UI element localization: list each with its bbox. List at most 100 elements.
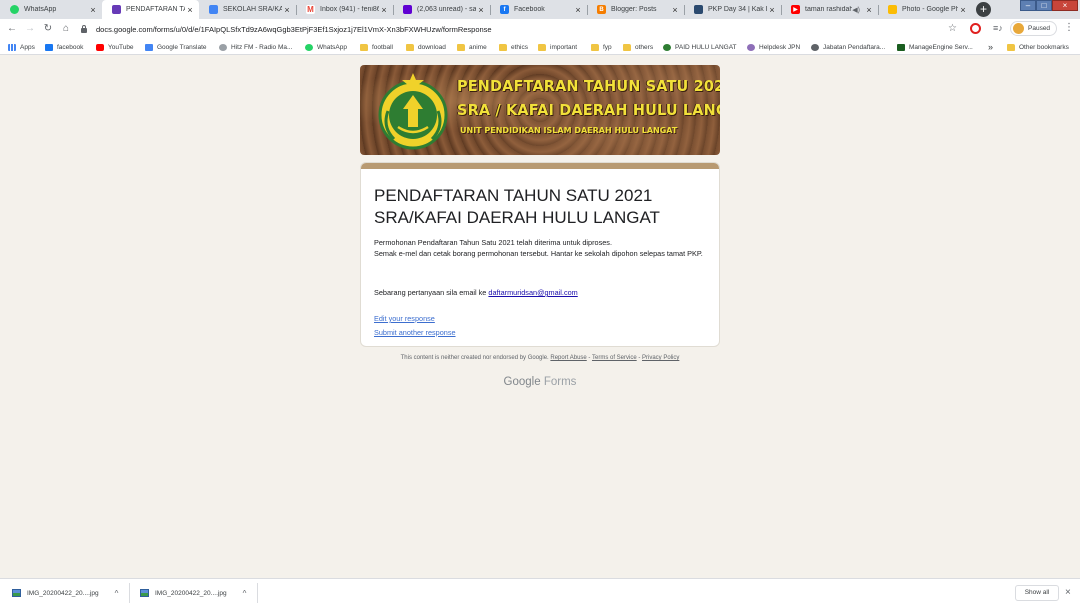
bookmark-label: ManageEngine Serv... [909,43,973,51]
folder-icon [591,43,599,51]
close-icon[interactable]: × [282,5,292,15]
minimize-button[interactable]: – [1020,0,1036,11]
bookmark-helpdesk-jpn[interactable]: Helpdesk JPN [747,41,800,53]
chevron-up-icon[interactable]: ^ [243,589,247,598]
profile-button[interactable]: Paused [1010,21,1057,36]
bookmark-folder-others[interactable]: others [623,41,653,53]
kebab-menu-icon[interactable]: ⋮ [1064,22,1074,33]
google-photos-icon [888,5,897,14]
bookmark-folder-download[interactable]: download [406,41,446,53]
close-icon[interactable]: × [670,5,680,15]
bookmark-facebook[interactable]: facebook [45,41,83,53]
tab-facebook[interactable]: f Facebook × [490,0,587,19]
bookmark-label: football [372,43,393,51]
contact-line: Sebarang pertanyaan sila email ke daftar… [374,288,578,297]
close-icon[interactable]: × [958,5,968,15]
bookmark-label: ethics [511,43,528,51]
opera-extension-icon[interactable] [970,23,981,34]
show-all-button[interactable]: Show all [1015,585,1059,601]
apps-grid-icon [8,43,16,51]
google-forms-logo[interactable]: Google Forms [0,376,1080,388]
image-file-icon [140,589,149,597]
bookmark-other-bookmarks[interactable]: Other bookmarks [1007,41,1069,53]
bookmark-label: important [550,43,578,51]
terms-of-service-link[interactable]: Terms of Service [592,355,637,361]
bookmark-whatsapp[interactable]: WhatsApp [305,41,347,53]
forward-button[interactable]: → [23,22,37,36]
bookmark-label: download [418,43,446,51]
close-icon[interactable]: × [864,5,874,15]
bookmark-hitz-fm[interactable]: Hitz FM - Radio Ma... [219,41,292,53]
bookmark-star-icon[interactable]: ☆ [948,23,957,34]
bookmarks-overflow-button[interactable]: » [988,41,993,53]
bookmark-folder-football[interactable]: football [360,41,393,53]
new-tab-button[interactable]: + [976,2,991,17]
close-icon[interactable]: × [767,5,777,15]
site-icon [747,43,755,51]
form-header-banner: PENDAFTARAN TAHUN SATU 2021 SRA / KAFAI … [360,65,720,155]
tab-youtube[interactable]: ▶ taman rashidah ◀) × [781,0,878,19]
download-item[interactable]: IMG_20200422_20....jpg ^ [140,585,246,601]
maximize-button[interactable]: □ [1036,0,1052,11]
bookmark-apps[interactable]: Apps [8,41,35,53]
bookmark-folder-anime[interactable]: anime [457,41,487,53]
site-icon [663,43,671,51]
submit-another-response-link[interactable]: Submit another response [374,328,456,337]
window-close-button[interactable]: × [1052,0,1078,11]
bookmark-folder-ethics[interactable]: ethics [499,41,528,53]
bookmark-label: Hitz FM - Radio Ma... [231,43,293,51]
bookmark-label: others [635,43,654,51]
bookmark-paid-hulu-langat[interactable]: PAID HULU LANGAT [663,41,737,53]
download-item[interactable]: IMG_20200422_20....jpg ^ [12,585,118,601]
school-emblem-logo [378,73,448,150]
tab-blogger[interactable]: B Blogger: Posts × [587,0,684,19]
close-icon[interactable]: × [379,5,389,15]
bookmark-google-translate[interactable]: Google Translate [145,41,207,53]
bookmark-jabatan-pendaftaran[interactable]: Jabatan Pendaftara... [811,41,885,53]
tab-pendaftaran[interactable]: PENDAFTARAN TAHU × [102,0,199,19]
bookmark-label: PAID HULU LANGAT [675,43,737,51]
bookmark-folder-fyp[interactable]: fyp [591,41,612,53]
tab-sekolah[interactable]: SEKOLAH SRA/KAFA × [199,0,296,19]
privacy-policy-link[interactable]: Privacy Policy [642,355,679,361]
bookmark-label: YouTube [108,43,134,51]
close-icon[interactable]: × [573,5,583,15]
tab-gmail[interactable]: M Inbox (941) - feni86 × [296,0,393,19]
tab-strip: WhatsApp × PENDAFTARAN TAHU × SEKOLAH SR… [0,0,1080,19]
banner-subtitle: UNIT PENDIDIKAN ISLAM DAERAH HULU LANGAT [460,126,678,135]
tab-google-photos[interactable]: Photo - Google Pho × [878,0,972,19]
tab-yahoo-mail[interactable]: (2,063 unread) - saf × [393,0,490,19]
report-abuse-link[interactable]: Report Abuse [550,355,586,361]
lock-icon[interactable] [80,25,88,33]
confirmation-message: Permohonan Pendaftaran Tahun Satu 2021 t… [374,237,709,259]
site-icon [694,5,703,14]
media-control-icon[interactable]: ≡♪ [993,23,1003,33]
back-button[interactable]: ← [5,22,19,36]
address-bar[interactable]: docs.google.com/forms/u/0/d/e/1FAIpQLSfx… [80,21,970,37]
bookmark-youtube[interactable]: YouTube [96,41,134,53]
tab-whatsapp[interactable]: WhatsApp × [0,0,102,19]
close-icon[interactable]: × [88,5,98,15]
whatsapp-icon [305,43,313,51]
tab-label: taman rashidah [805,6,853,13]
bookmark-folder-important[interactable]: important [538,41,577,53]
gmail-icon: M [306,5,315,14]
bookmark-label: » [988,42,994,52]
download-filename: IMG_20200422_20....jpg [155,589,227,597]
close-icon[interactable]: × [1065,587,1071,598]
chevron-up-icon[interactable]: ^ [115,589,119,598]
message-line: Permohonan Pendaftaran Tahun Satu 2021 t… [374,238,612,247]
close-icon[interactable]: × [476,5,486,15]
edit-response-link[interactable]: Edit your response [374,314,435,323]
close-icon[interactable]: × [185,5,195,15]
tab-label: PKP Day 34 | Kak Fa [708,6,767,13]
translate-icon [145,43,153,51]
tab-pkp-day[interactable]: PKP Day 34 | Kak Fa × [684,0,781,19]
home-button[interactable]: ⌂ [59,22,73,36]
bookmark-manageengine[interactable]: ManageEngine Serv... [897,41,973,53]
contact-email-link[interactable]: daftarmuridsan@gmail.com [488,288,577,297]
speaker-icon[interactable]: ◀) [852,6,860,14]
bookmark-label: WhatsApp [317,43,347,51]
reload-button[interactable]: ↻ [41,22,55,36]
banner-title-line2: SRA / KAFAI DAERAH HULU LANGAT [457,101,720,119]
